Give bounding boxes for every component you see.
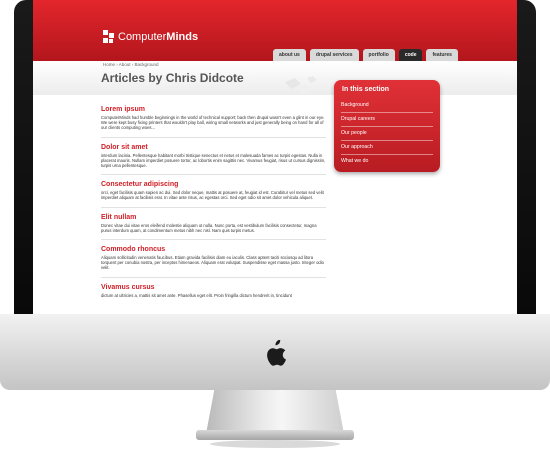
article-excerpt: dictum at ultricies a, mattis sit amet a…: [101, 292, 292, 298]
imac-stand-foot: [196, 430, 354, 440]
article-title[interactable]: Elit nullam: [101, 214, 326, 221]
article-excerpt: orci, eget facilisis quam sapien ac dui.…: [101, 190, 324, 201]
apple-logo-icon: [267, 340, 286, 366]
nav-portfolio[interactable]: portfolio: [362, 49, 395, 61]
logo-text: ComputerMinds: [118, 31, 199, 43]
article-item: Commodo rhoncus Aliquam sollicitudin ven…: [101, 246, 326, 278]
sidebar-item-our-approach[interactable]: Our approach: [341, 140, 433, 154]
nav-drupal-services[interactable]: drupal services: [309, 49, 359, 61]
sidebar-item-background[interactable]: Background: [341, 99, 433, 112]
nav-about-us[interactable]: about us: [273, 49, 306, 61]
logo-mark-icon: [103, 30, 115, 44]
article-item: Vivamus cursus dictum at ultricies a, ma…: [101, 284, 326, 304]
section-sidebar: In this section Background Drupal career…: [334, 80, 440, 172]
breadcrumb[interactable]: Home › About › Background: [103, 62, 159, 67]
article-excerpt: ComputerMinds had humble beginnings in t…: [101, 115, 325, 131]
sidebar-item-drupal-careers[interactable]: Drupal careers: [341, 112, 433, 126]
nav-features[interactable]: features: [426, 49, 458, 61]
article-title[interactable]: Vivamus cursus: [101, 284, 326, 291]
article-item: Consectetur adipiscing orci, eget facili…: [101, 181, 326, 208]
article-item: Elit nullam Donec vitae dui vitae eros e…: [101, 214, 326, 241]
main-nav: about us drupal services portfolio code …: [273, 49, 458, 61]
page-title: Articles by Chris Didcote: [101, 71, 244, 85]
stand-shadow: [210, 440, 340, 448]
site-header: ComputerMinds about us drupal services p…: [33, 0, 517, 61]
article-item: Lorem ipsum ComputerMinds had humble beg…: [101, 106, 326, 138]
article-title[interactable]: Lorem ipsum: [101, 106, 326, 113]
monitor-screen: ComputerMinds about us drupal services p…: [33, 0, 517, 314]
article-excerpt: interdum lacinia. Pellentesque habitant …: [101, 152, 326, 169]
article-title[interactable]: Consectetur adipiscing: [101, 181, 326, 188]
sidebar-item-our-people[interactable]: Our people: [341, 126, 433, 140]
decorative-cubes-icon: [285, 76, 317, 95]
sidebar-item-what-we-do[interactable]: What we do: [341, 154, 433, 168]
article-excerpt: Donec vitae dui vitae eros eleifend mole…: [101, 222, 317, 233]
article-title[interactable]: Commodo rhoncus: [101, 246, 326, 253]
nav-code[interactable]: code: [398, 49, 423, 61]
article-item: Dolor sit amet interdum lacinia. Pellent…: [101, 144, 326, 176]
article-list: Lorem ipsum ComputerMinds had humble beg…: [101, 106, 326, 310]
article-excerpt: Aliquam sollicitudin venenatis faucibus.…: [101, 255, 325, 271]
article-title[interactable]: Dolor sit amet: [101, 144, 326, 151]
sidebar-menu: Background Drupal careers Our people Our…: [341, 99, 433, 168]
imac-stand-neck: [206, 390, 344, 434]
sidebar-title: In this section: [342, 86, 390, 93]
site-logo[interactable]: ComputerMinds: [103, 30, 198, 44]
